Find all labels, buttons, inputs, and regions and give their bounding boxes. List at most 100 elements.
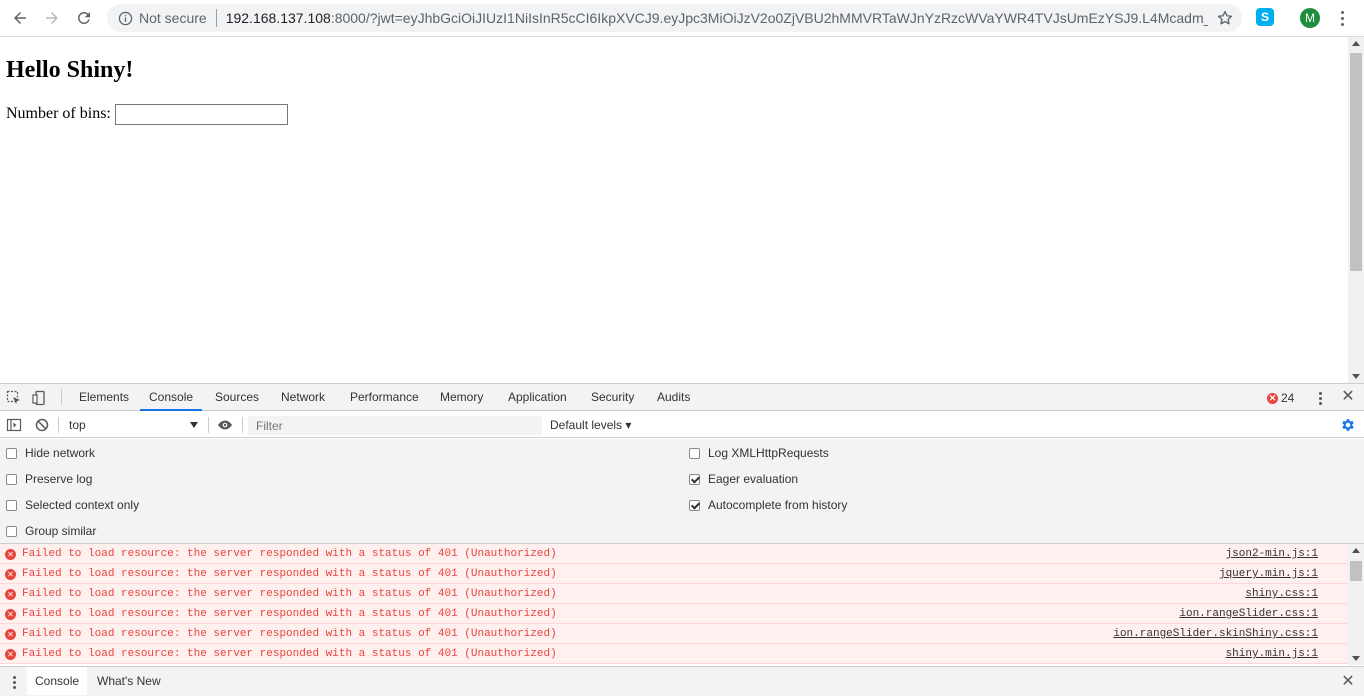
- source-link[interactable]: shiny.min.js:1: [1226, 648, 1318, 660]
- page-title: Hello Shiny!: [6, 57, 134, 83]
- console-scrollbar[interactable]: [1348, 544, 1364, 665]
- option-label: Log XMLHttpRequests: [708, 446, 829, 460]
- drawer-tab-whats-new[interactable]: What's New: [89, 667, 169, 695]
- autocomplete-history-checkbox[interactable]: [689, 499, 700, 511]
- info-icon[interactable]: [117, 10, 133, 26]
- tab-application[interactable]: Application: [508, 384, 567, 411]
- error-counter[interactable]: ✕ 24: [1267, 391, 1294, 405]
- bins-label: Number of bins:: [6, 105, 111, 122]
- divider: [215, 9, 217, 27]
- scroll-down-icon[interactable]: [1352, 374, 1360, 379]
- source-link[interactable]: ion.rangeSlider.css:1: [1179, 608, 1318, 620]
- selected-context-option[interactable]: Selected context only: [6, 497, 139, 513]
- eager-evaluation-option[interactable]: Eager evaluation: [689, 471, 798, 487]
- error-message: Failed to load resource: the server resp…: [22, 588, 557, 600]
- source-link[interactable]: jquery.min.js:1: [1219, 568, 1318, 580]
- selected-context-checkbox[interactable]: [6, 499, 17, 511]
- scroll-up-icon[interactable]: [1352, 41, 1360, 46]
- drawer-tab-console[interactable]: Console: [27, 667, 88, 695]
- skype-extension-icon[interactable]: S: [1256, 8, 1274, 26]
- scrollbar-thumb[interactable]: [1350, 53, 1362, 271]
- log-xhr-checkbox[interactable]: [689, 447, 700, 459]
- scrollbar-thumb[interactable]: [1350, 561, 1362, 581]
- hide-network-checkbox[interactable]: [6, 447, 17, 459]
- forward-button[interactable]: [36, 2, 68, 34]
- clear-console-icon[interactable]: [34, 417, 50, 433]
- group-similar-checkbox[interactable]: [6, 525, 17, 537]
- error-icon: ✕: [1267, 392, 1278, 404]
- back-button[interactable]: [4, 2, 36, 34]
- source-link[interactable]: shiny.css:1: [1245, 588, 1318, 600]
- arrow-left-icon: [14, 12, 26, 24]
- option-label: Group similar: [25, 524, 97, 538]
- error-icon: ✕: [5, 569, 16, 580]
- reload-button[interactable]: [68, 2, 100, 34]
- page-scrollbar[interactable]: [1348, 37, 1364, 383]
- divider: [208, 417, 209, 433]
- console-error-row: ✕ Failed to load resource: the server re…: [0, 604, 1348, 624]
- star-icon[interactable]: [1216, 9, 1234, 27]
- url-host: 192.168.137.108: [225, 10, 331, 26]
- drawer-menu-icon[interactable]: [12, 675, 16, 689]
- tab-performance[interactable]: Performance: [350, 384, 419, 411]
- scroll-up-icon[interactable]: [1352, 548, 1360, 553]
- arrow-right-icon: [46, 12, 58, 24]
- bins-input[interactable]: [115, 104, 288, 125]
- reload-icon: [77, 11, 90, 24]
- console-toolbar: top Default levels ▾: [0, 412, 1364, 438]
- error-message: Failed to load resource: the server resp…: [22, 608, 557, 620]
- browser-menu-icon[interactable]: [1334, 8, 1350, 28]
- console-error-row: ✕ Failed to load resource: the server re…: [0, 564, 1348, 584]
- divider: [242, 417, 243, 433]
- context-select[interactable]: top: [64, 416, 202, 434]
- inspect-element-icon[interactable]: [6, 390, 22, 406]
- console-error-row: ✕ Failed to load resource: the server re…: [0, 644, 1348, 664]
- tab-audits[interactable]: Audits: [657, 384, 690, 411]
- preserve-log-option[interactable]: Preserve log: [6, 471, 92, 487]
- tab-memory[interactable]: Memory: [440, 384, 483, 411]
- tab-console[interactable]: Console: [140, 384, 203, 411]
- error-count: 24: [1281, 391, 1295, 405]
- group-similar-option[interactable]: Group similar: [6, 523, 96, 539]
- source-link[interactable]: json2-min.js:1: [1226, 548, 1318, 560]
- close-devtools-icon[interactable]: ✕: [1340, 389, 1356, 405]
- tab-security[interactable]: Security: [591, 384, 634, 411]
- error-icon: ✕: [5, 589, 16, 600]
- page-viewport: Hello Shiny! Number of bins:: [0, 37, 1348, 383]
- eye-icon[interactable]: [217, 417, 233, 433]
- preserve-log-checkbox[interactable]: [6, 473, 17, 485]
- gear-icon[interactable]: [1340, 417, 1356, 433]
- browser-toolbar: Not secure 192.168.137.108:8000/?jwt=eyJ…: [0, 0, 1364, 37]
- autocomplete-history-option[interactable]: Autocomplete from history: [689, 497, 847, 513]
- error-icon: ✕: [5, 649, 16, 660]
- url-path: :8000/?jwt=eyJhbGciOiJIUzI1NiIsInR5cCI6I…: [330, 10, 1208, 26]
- tab-network[interactable]: Network: [281, 384, 325, 411]
- error-message: Failed to load resource: the server resp…: [22, 648, 557, 660]
- console-settings: Hide network Preserve log Selected conte…: [0, 439, 1364, 544]
- log-xhr-option[interactable]: Log XMLHttpRequests: [689, 445, 829, 461]
- eager-evaluation-checkbox[interactable]: [689, 473, 700, 485]
- option-label: Hide network: [25, 446, 96, 460]
- url-text[interactable]: 192.168.137.108:8000/?jwt=eyJhbGciOiJIUz…: [226, 10, 1208, 26]
- hide-network-option[interactable]: Hide network: [6, 445, 95, 461]
- devtools-drawer: Console What's New ✕: [0, 666, 1364, 696]
- close-drawer-icon[interactable]: ✕: [1340, 674, 1356, 690]
- filter-input[interactable]: [248, 416, 542, 435]
- security-label[interactable]: Not secure: [139, 10, 207, 26]
- log-levels-dropdown[interactable]: Default levels ▾: [550, 416, 631, 434]
- source-link[interactable]: ion.rangeSlider.skinShiny.css:1: [1113, 628, 1318, 640]
- show-sidebar-icon[interactable]: [6, 417, 22, 433]
- context-value: top: [69, 418, 86, 432]
- option-label: Autocomplete from history: [708, 498, 848, 512]
- console-error-row: ✕ Failed to load resource: the server re…: [0, 624, 1348, 644]
- option-label: Selected context only: [25, 498, 140, 512]
- profile-avatar[interactable]: M: [1300, 8, 1320, 28]
- device-toolbar-icon[interactable]: [32, 390, 48, 406]
- devtools-menu-icon[interactable]: [1316, 390, 1324, 406]
- address-bar[interactable]: Not secure 192.168.137.108:8000/?jwt=eyJ…: [107, 4, 1242, 32]
- tab-sources[interactable]: Sources: [215, 384, 259, 411]
- tab-elements[interactable]: Elements: [79, 384, 129, 411]
- error-icon: ✕: [5, 629, 16, 640]
- console-error-row: ✕ Failed to load resource: the server re…: [0, 584, 1348, 604]
- scroll-down-icon[interactable]: [1352, 656, 1360, 661]
